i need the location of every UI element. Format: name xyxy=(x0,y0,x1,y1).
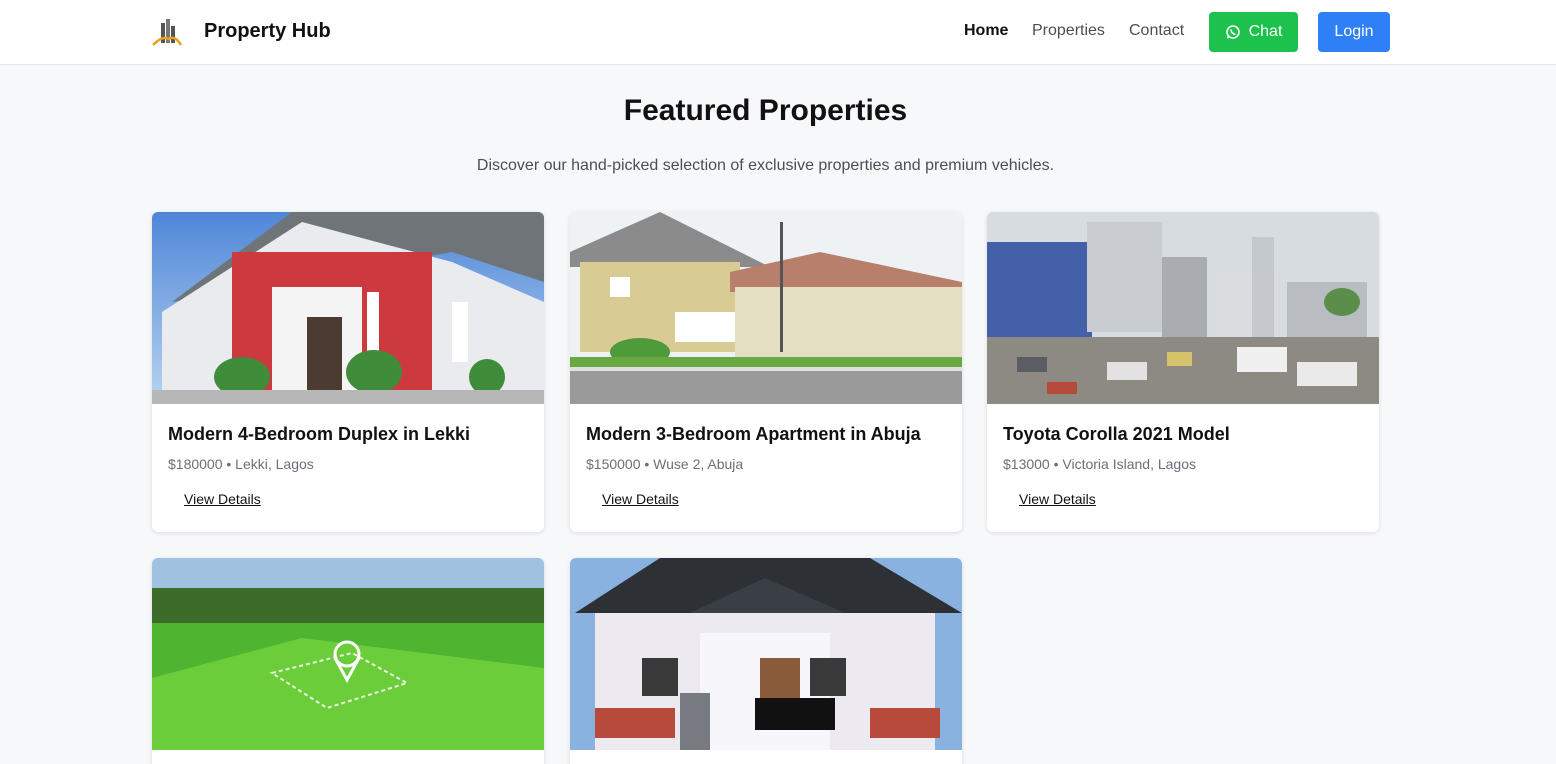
property-title[interactable]: Modern 3-Bedroom Apartment in Abuja xyxy=(586,424,921,445)
property-card[interactable]: Toyota Corolla 2021 Model $13000 • Victo… xyxy=(987,212,1379,532)
property-image[interactable] xyxy=(152,212,544,404)
property-meta: $180000 • Lekki, Lagos xyxy=(168,456,314,472)
property-meta: $150000 • Wuse 2, Abuja xyxy=(586,456,744,472)
whatsapp-icon xyxy=(1225,25,1240,39)
nav-home[interactable]: Home xyxy=(964,22,1008,40)
property-image[interactable] xyxy=(987,212,1379,404)
property-title[interactable]: Modern 4-Bedroom Duplex in Lekki xyxy=(168,424,470,445)
property-image[interactable] xyxy=(570,212,962,404)
page-title: Featured Properties xyxy=(623,94,908,127)
nav-contact[interactable]: Contact xyxy=(1129,22,1184,40)
nav-properties[interactable]: Properties xyxy=(1032,22,1105,40)
view-details-link[interactable]: View Details xyxy=(184,491,261,507)
property-card[interactable]: Modern 4-Bedroom Duplex in Lekki $180000… xyxy=(152,212,544,532)
property-meta: $13000 • Victoria Island, Lagos xyxy=(1003,456,1196,472)
view-details-link[interactable]: View Details xyxy=(602,491,679,507)
brand-name[interactable]: Property Hub xyxy=(204,20,331,43)
property-image[interactable] xyxy=(570,558,962,750)
page-subtitle: Discover our hand-picked selection of ex… xyxy=(476,157,1055,174)
property-card[interactable]: Modern 3-Bedroom Apartment in Abuja $150… xyxy=(570,212,962,532)
chat-button[interactable]: Chat xyxy=(1209,12,1298,52)
view-details-link[interactable]: View Details xyxy=(1019,491,1096,507)
property-title[interactable]: Toyota Corolla 2021 Model xyxy=(1003,424,1230,445)
property-card[interactable] xyxy=(570,558,962,764)
property-image[interactable] xyxy=(152,558,544,750)
chat-button-label: Chat xyxy=(1248,23,1283,40)
property-card[interactable] xyxy=(152,558,544,764)
login-button[interactable]: Login xyxy=(1318,12,1390,52)
top-navbar: Property Hub Home Properties Contact Cha… xyxy=(0,0,1556,65)
building-logo-icon[interactable] xyxy=(151,17,183,47)
login-button-label: Login xyxy=(1334,23,1374,40)
